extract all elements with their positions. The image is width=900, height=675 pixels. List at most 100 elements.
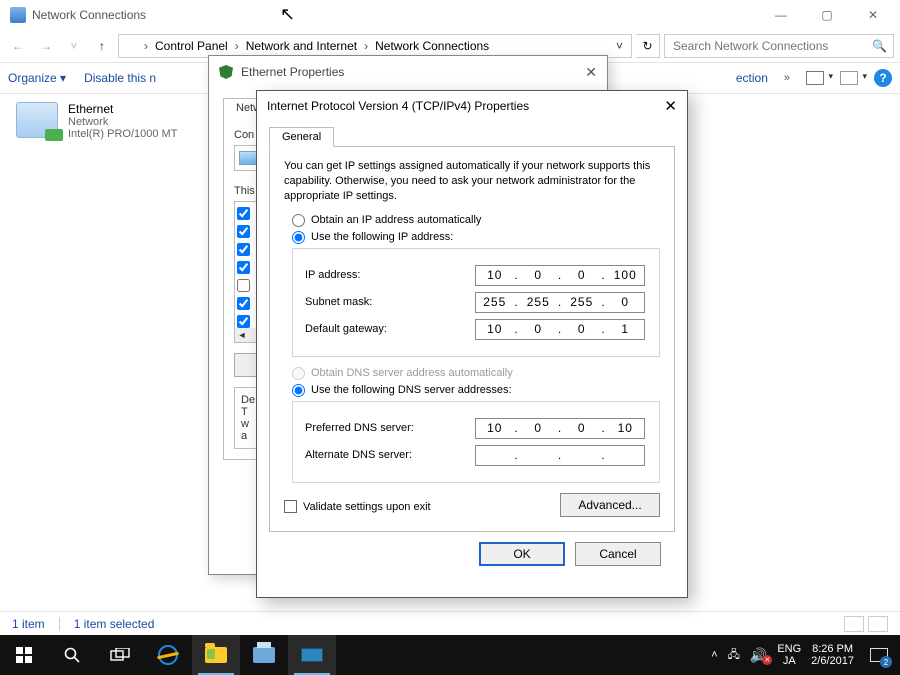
radio-input[interactable] (292, 231, 305, 244)
overflow-chevron[interactable]: » (784, 72, 790, 84)
dialog-title: Ethernet Properties (241, 65, 344, 79)
selected-count: 1 item selected (74, 617, 155, 631)
radio-label: Obtain an IP address automatically (311, 214, 481, 226)
radio-label: Use the following IP address: (311, 231, 453, 243)
cursor-icon: ↖ (280, 4, 295, 25)
checkbox[interactable] (237, 243, 250, 256)
start-button[interactable] (0, 635, 48, 675)
taskbar-explorer[interactable] (192, 635, 240, 675)
language-indicator[interactable]: ENG JA (777, 643, 801, 667)
checkbox[interactable] (237, 207, 250, 220)
diagnose-button-partial[interactable]: ection (736, 71, 768, 85)
close-button[interactable]: ✕ (664, 97, 677, 115)
radio-input (292, 367, 305, 380)
window-title: Network Connections (32, 8, 146, 22)
system-tray: ˄ 🖧 🔊✕ ENG JA 8:26 PM 2/6/2017 2 (711, 640, 900, 670)
view-options[interactable] (806, 71, 824, 85)
taskbar-devices[interactable] (240, 635, 288, 675)
breadcrumb-item[interactable]: Control Panel (155, 39, 228, 53)
printer-icon (253, 647, 275, 663)
disable-device-button[interactable]: Disable this n (84, 71, 156, 85)
checkbox[interactable] (237, 279, 250, 292)
organize-menu[interactable]: Organize ▾ (8, 71, 66, 85)
monitor-icon (301, 648, 323, 662)
gateway-input[interactable]: 10.0.0.1 (475, 319, 645, 340)
mute-badge: ✕ (762, 655, 772, 665)
dns-group: Preferred DNS server: 10.0.0.10 Alternat… (292, 401, 660, 483)
checkbox-icon[interactable] (284, 500, 297, 513)
icons-view-button[interactable] (868, 616, 888, 632)
checkbox[interactable] (237, 297, 250, 310)
action-center[interactable]: 2 (864, 640, 894, 670)
recent-dropdown[interactable]: ˅ (62, 34, 86, 58)
radio-input[interactable] (292, 384, 305, 397)
minimize-button[interactable]: — (758, 0, 804, 30)
lang-line: JA (777, 655, 801, 667)
radio-label: Use the following DNS server addresses: (311, 384, 512, 396)
preview-pane-button[interactable] (840, 71, 858, 85)
search-input[interactable] (671, 38, 872, 54)
ipv4-properties-dialog: Internet Protocol Version 4 (TCP/IPv4) P… (256, 90, 688, 598)
general-tab[interactable]: General (269, 127, 334, 147)
ip-group: IP address: 10.0.0.100 Subnet mask: 255.… (292, 248, 660, 357)
item-count: 1 item (12, 617, 45, 631)
alternate-dns-input[interactable]: ... (475, 445, 645, 466)
forward-button[interactable]: → (34, 34, 58, 58)
taskbar[interactable]: ˄ 🖧 🔊✕ ENG JA 8:26 PM 2/6/2017 2 (0, 635, 900, 675)
refresh-button[interactable]: ↻ (636, 34, 660, 58)
address-dropdown[interactable]: ˅ (612, 39, 627, 53)
up-button[interactable]: ↑ (90, 34, 114, 58)
checkbox[interactable] (237, 315, 250, 328)
close-button[interactable]: ✕ (850, 0, 896, 30)
breadcrumb-item[interactable]: Network and Internet (246, 39, 357, 53)
taskbar-ie[interactable] (144, 635, 192, 675)
tray-overflow[interactable]: ˄ (711, 649, 717, 661)
ok-button[interactable]: OK (479, 542, 565, 566)
subnet-mask-input[interactable]: 255.255.255.0 (475, 292, 645, 313)
help-button[interactable]: ? (874, 69, 892, 87)
search-icon: 🔍 (872, 39, 887, 53)
lang-line: ENG (777, 643, 801, 655)
search-box[interactable]: 🔍 (664, 34, 894, 58)
ip-address-input[interactable]: 10.0.0.100 (475, 265, 645, 286)
checkbox[interactable] (237, 261, 250, 274)
task-view-button[interactable] (96, 635, 144, 675)
radio-input[interactable] (292, 214, 305, 227)
ip-address-label: IP address: (305, 269, 475, 281)
validate-label: Validate settings upon exit (303, 501, 431, 513)
ie-icon (158, 645, 178, 665)
preferred-dns-input[interactable]: 10.0.0.10 (475, 418, 645, 439)
title-bar[interactable]: Network Connections ↖ — ▢ ✕ (0, 0, 900, 30)
close-button[interactable]: ✕ (585, 64, 597, 81)
volume-icon[interactable]: 🔊✕ (750, 647, 767, 664)
intro-text: You can get IP settings assigned automat… (284, 159, 660, 204)
network-tray-icon[interactable]: 🖧 (728, 646, 740, 665)
dialog-title-bar[interactable]: Internet Protocol Version 4 (TCP/IPv4) P… (257, 91, 687, 121)
breadcrumb-sep: › (232, 39, 242, 53)
clock[interactable]: 8:26 PM 2/6/2017 (811, 643, 854, 667)
breadcrumb-sep: › (361, 39, 371, 53)
subnet-mask-label: Subnet mask: (305, 296, 475, 308)
use-dns-radio[interactable]: Use the following DNS server addresses: (292, 384, 660, 397)
breadcrumb-item[interactable]: Network Connections (375, 39, 489, 53)
adapter-name: Ethernet (68, 102, 177, 116)
checkbox[interactable] (237, 225, 250, 238)
shield-icon (219, 65, 233, 79)
cancel-button[interactable]: Cancel (575, 542, 661, 566)
dialog-title-bar[interactable]: Ethernet Properties ✕ (209, 56, 607, 88)
search-button[interactable] (48, 635, 96, 675)
maximize-button[interactable]: ▢ (804, 0, 850, 30)
taskbar-control-panel[interactable] (288, 635, 336, 675)
obtain-ip-radio[interactable]: Obtain an IP address automatically (292, 214, 660, 227)
validate-checkbox[interactable]: Validate settings upon exit (284, 500, 431, 513)
alternate-dns-label: Alternate DNS server: (305, 449, 475, 461)
use-ip-radio[interactable]: Use the following IP address: (292, 231, 660, 244)
time: 8:26 PM (811, 643, 854, 655)
folder-icon (205, 647, 227, 663)
adapter-device: Intel(R) PRO/1000 MT (68, 128, 177, 140)
radio-label: Obtain DNS server address automatically (311, 367, 513, 379)
details-view-button[interactable] (844, 616, 864, 632)
back-button[interactable]: ← (6, 34, 30, 58)
advanced-button[interactable]: Advanced... (560, 493, 660, 517)
dialog-title: Internet Protocol Version 4 (TCP/IPv4) P… (267, 99, 529, 113)
